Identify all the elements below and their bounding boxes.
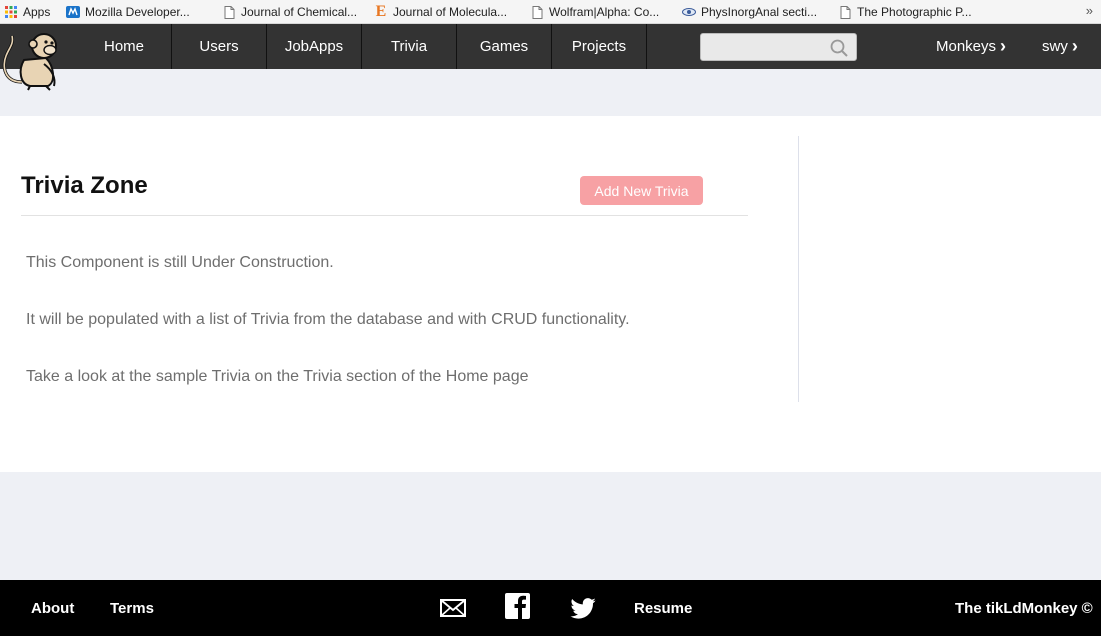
nav-item-trivia[interactable]: Trivia — [362, 24, 457, 69]
bookmark-journal-chemical[interactable]: Journal of Chemical... — [222, 0, 358, 23]
bookmarks-overflow-icon[interactable]: » — [1086, 3, 1093, 18]
page-title: Trivia Zone — [21, 172, 148, 199]
user-menu[interactable]: swy › — [1042, 24, 1078, 69]
footer-resume-link[interactable]: Resume — [634, 580, 692, 636]
chevron-right-icon: › — [1000, 36, 1007, 56]
nav-item-jobapps[interactable]: JobApps — [267, 24, 362, 69]
twitter-icon[interactable] — [570, 596, 596, 620]
monkey-logo[interactable] — [0, 26, 70, 92]
bookmark-label: Apps — [23, 5, 51, 19]
search-input[interactable] — [701, 34, 821, 60]
page-icon — [530, 5, 544, 19]
info-text: This Component is still Under Constructi… — [26, 254, 334, 271]
nav-item-home[interactable]: Home — [77, 24, 172, 69]
bookmark-label: The Photographic P... — [857, 5, 972, 19]
bookmark-mdn[interactable]: Mozilla Developer... — [66, 0, 190, 23]
monkeys-menu-label: Monkeys — [936, 38, 997, 55]
bookmark-label: Journal of Molecula... — [393, 5, 508, 19]
main-content-card: Trivia Zone Add New Trivia This Componen… — [0, 116, 1101, 472]
bookmark-label: PhysInorgAnal secti... — [701, 5, 818, 19]
top-navbar: Home Users JobApps Trivia Games Projects… — [0, 24, 1101, 69]
bookmark-wolfram[interactable]: Wolfram|Alpha: Co... — [530, 0, 660, 23]
chevron-right-icon: › — [1071, 36, 1078, 56]
page-icon — [222, 5, 236, 19]
info-text: Take a look at the sample Trivia on the … — [26, 368, 529, 385]
bookmark-journal-molecular[interactable]: E Journal of Molecula... — [374, 0, 508, 23]
bookmark-photographic[interactable]: The Photographic P... — [838, 0, 972, 23]
bookmarks-bar: Apps Mozilla Developer... Journal of Che… — [0, 0, 1101, 24]
info-text: It will be populated with a list of Triv… — [26, 311, 630, 328]
sidebar-divider — [798, 136, 799, 402]
search-box — [700, 33, 857, 61]
footer-terms-link[interactable]: Terms — [110, 580, 154, 636]
bookmark-physinorganal[interactable]: PhysInorgAnal secti... — [682, 0, 818, 23]
bookmark-label: Wolfram|Alpha: Co... — [549, 5, 660, 19]
apps-grid-icon — [4, 5, 18, 19]
nav-item-users[interactable]: Users — [172, 24, 267, 69]
add-new-trivia-button[interactable]: Add New Trivia — [580, 176, 703, 205]
nav-item-projects[interactable]: Projects — [552, 24, 647, 69]
title-divider — [21, 215, 748, 216]
page-icon — [838, 5, 852, 19]
search-icon[interactable] — [830, 39, 848, 62]
mail-icon[interactable] — [440, 596, 466, 620]
elsevier-icon: E — [375, 3, 387, 20]
bookmark-label: Mozilla Developer... — [85, 5, 190, 19]
footer-about-link[interactable]: About — [31, 580, 74, 636]
mdn-icon — [66, 5, 80, 19]
bookmark-label: Journal of Chemical... — [241, 5, 358, 19]
bookmark-apps[interactable]: Apps — [4, 0, 51, 23]
footer: About Terms Resume The tikLdMonkey © — [0, 580, 1101, 636]
user-menu-label: swy — [1042, 38, 1068, 55]
facebook-icon[interactable] — [505, 593, 530, 619]
monkeys-menu[interactable]: Monkeys › — [936, 24, 1006, 69]
footer-copyright: The tikLdMonkey © — [955, 599, 1093, 617]
nav-item-games[interactable]: Games — [457, 24, 552, 69]
eye-icon — [682, 5, 696, 19]
